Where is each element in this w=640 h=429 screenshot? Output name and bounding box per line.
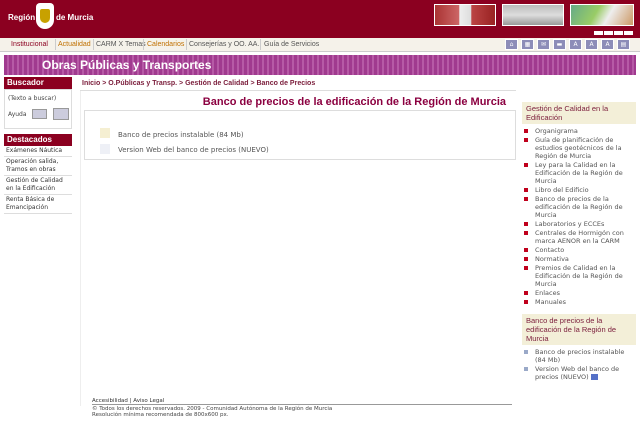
mail-icon[interactable]: ✉: [537, 39, 550, 50]
banco-precios-title: Banco de precios de la edificación de la…: [522, 314, 636, 345]
list-item-label[interactable]: Banco de precios instalable (84 Mb): [535, 348, 624, 364]
gestion-calidad-title: Gestión de Calidad en la Edificación: [522, 102, 636, 124]
nav-separator: [55, 39, 56, 50]
section-banner: Obras Públicas y Transportes: [4, 55, 636, 75]
list-item[interactable]: Enlaces: [522, 289, 636, 297]
breadcrumb-divider: [80, 90, 516, 91]
nav-calendarios[interactable]: Calendarios: [147, 41, 184, 48]
footer-resolution: Resolución mínima recomendada de 800x600…: [92, 412, 229, 418]
document-icon: [100, 144, 110, 154]
destacado-item[interactable]: Renta Básica de Emancipación: [4, 195, 72, 214]
coat-of-arms-icon[interactable]: [36, 3, 54, 29]
banco-precios-box: Banco de precios de la edificación de la…: [522, 314, 636, 381]
page-title: Banco de precios de la edificación de la…: [202, 96, 506, 108]
nav-separator: [260, 39, 261, 50]
external-link-icon[interactable]: [590, 374, 598, 380]
font-smaller-icon[interactable]: A: [569, 39, 582, 50]
help-link[interactable]: Ayuda: [8, 111, 27, 118]
nav-consejerias[interactable]: Consejerías y OO. AA.: [189, 41, 259, 48]
nav-guia-servicios[interactable]: Guía de Servicios: [264, 41, 319, 48]
sitemap-icon[interactable]: ▦: [521, 39, 534, 50]
home-icon[interactable]: ⌂: [505, 39, 518, 50]
list-item-label[interactable]: Version Web del banco de precios (NUEVO): [535, 365, 619, 381]
logo-text-right[interactable]: de Murcia: [56, 13, 93, 22]
nav-carm-temas[interactable]: CARM X Temas: [96, 41, 146, 48]
mini-button[interactable]: [614, 31, 623, 35]
footer-divider: [92, 404, 512, 405]
section-title: Obras Públicas y Transportes: [42, 58, 212, 72]
list-item[interactable]: Manuales: [522, 298, 636, 306]
logo-text-left[interactable]: Región: [8, 13, 35, 22]
mini-button[interactable]: [604, 31, 613, 35]
destacado-item[interactable]: Gestión de Calidad en la Edificación: [4, 176, 72, 195]
font-normal-icon[interactable]: A: [585, 39, 598, 50]
document-icon: [100, 128, 110, 138]
nav-separator: [186, 39, 187, 50]
destacados-list: Exámenes Náutica Operación salida, Tramo…: [4, 146, 72, 214]
list-item[interactable]: Banco de precios instalable (84 Mb): [522, 348, 636, 364]
header-photo-city: [502, 4, 564, 26]
main-column-border: [80, 91, 81, 406]
right-column: Gestión de Calidad en la Edificación Org…: [522, 102, 636, 382]
list-item[interactable]: Banco de precios de la edificación de la…: [522, 195, 636, 219]
nav-separator: [143, 39, 144, 50]
nav-separator: [93, 39, 94, 50]
list-item[interactable]: Laboratorios y ECCEs: [522, 220, 636, 228]
list-item[interactable]: Version Web del banco de precios (NUEVO): [522, 365, 636, 381]
site-header: Región de Murcia: [0, 0, 640, 38]
list-item[interactable]: Guía de planificación de estudios geotéc…: [522, 136, 636, 160]
header-photo-building: [434, 4, 496, 26]
list-item[interactable]: Centrales de Hormigón con marca AENOR en…: [522, 229, 636, 245]
document-link[interactable]: Version Web del banco de precios (NUEVO): [118, 146, 269, 154]
list-item[interactable]: Normativa: [522, 255, 636, 263]
header-mini-buttons: [593, 29, 633, 37]
font-larger-icon[interactable]: A: [601, 39, 614, 50]
nav-institucional[interactable]: Institucional: [11, 41, 48, 48]
advanced-search-button[interactable]: [32, 109, 47, 119]
list-item[interactable]: Libro del Edificio: [522, 186, 636, 194]
list-item[interactable]: Organigrama: [522, 127, 636, 135]
search-input[interactable]: (Texto a buscar): [8, 95, 56, 102]
contrast-icon[interactable]: ▬: [553, 39, 566, 50]
list-item[interactable]: Premios de Calidad en la Edificación de …: [522, 264, 636, 288]
nav-actualidad[interactable]: Actualidad: [58, 41, 91, 48]
list-item[interactable]: Contacto: [522, 246, 636, 254]
buscador-title: Buscador: [4, 77, 72, 89]
mini-button[interactable]: [624, 31, 633, 35]
breadcrumb[interactable]: Inicio > O.Públicas y Transp. > Gestión …: [82, 80, 315, 87]
destacado-item[interactable]: Operación salida, Tramos en obras: [4, 157, 72, 176]
search-box: (Texto a buscar) Ayuda: [4, 89, 72, 129]
left-sidebar: Buscador (Texto a buscar) Ayuda Destacad…: [4, 77, 72, 214]
print-icon[interactable]: ▤: [617, 39, 630, 50]
search-button[interactable]: [53, 108, 69, 120]
document-link[interactable]: Banco de precios instalable (84 Mb): [118, 131, 244, 139]
list-item[interactable]: Ley para la Calidad en la Edificación de…: [522, 161, 636, 185]
destacado-item[interactable]: Exámenes Náutica: [4, 146, 72, 157]
destacados-title: Destacados: [4, 134, 72, 146]
gestion-calidad-list: Organigrama Guía de planificación de est…: [522, 124, 636, 306]
banco-precios-list: Banco de precios instalable (84 Mb) Vers…: [522, 345, 636, 381]
mini-button[interactable]: [594, 31, 603, 35]
footer: Accesibilidad | Aviso Legal © Todos los …: [92, 398, 332, 418]
header-photo-people: [570, 4, 634, 26]
